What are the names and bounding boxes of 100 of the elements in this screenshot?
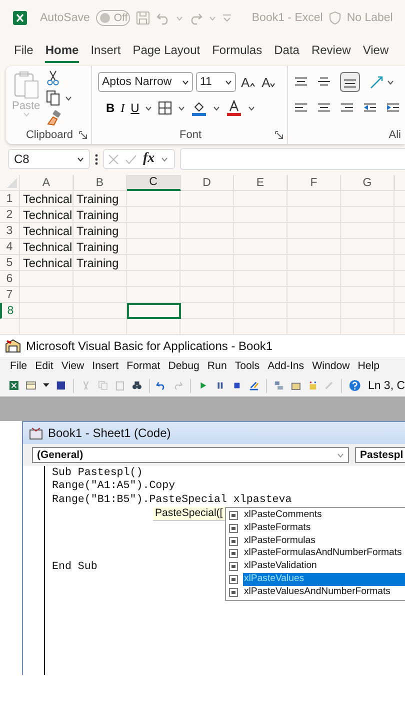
shrink-font-button[interactable]: A — [260, 74, 278, 90]
check-icon[interactable] — [125, 154, 137, 165]
caret-up-icon — [250, 82, 255, 87]
autocomplete-item[interactable]: xlPasteValuesAndNumberFormats — [243, 586, 392, 599]
object-browser-icon[interactable] — [308, 380, 318, 392]
menu-item[interactable]: Format — [126, 360, 160, 372]
more-options-icon[interactable] — [95, 154, 98, 165]
cell-text: Technical — [22, 255, 74, 271]
pause-icon[interactable] — [215, 380, 225, 392]
dialog-launcher-icon[interactable] — [79, 130, 87, 139]
italic-button[interactable]: I — [120, 100, 125, 116]
font-color-icon[interactable] — [226, 100, 242, 116]
name-box[interactable]: C8 — [8, 149, 90, 170]
menu-item[interactable]: Help — [358, 360, 380, 372]
menu-item[interactable]: Window — [312, 360, 350, 372]
caret-icon[interactable] — [248, 106, 256, 111]
caret-icon[interactable] — [65, 96, 72, 101]
cell-text: Training — [76, 239, 120, 255]
find-icon[interactable] — [132, 380, 142, 392]
ribbon-tab[interactable]: Home — [45, 39, 79, 64]
row-header[interactable]: 8 — [0, 303, 20, 319]
dialog-launcher-icon[interactable] — [275, 130, 283, 139]
help-icon[interactable] — [349, 379, 361, 392]
format-painter-icon[interactable] — [46, 110, 62, 126]
row-header[interactable]: 6 — [0, 271, 20, 287]
copy-icon[interactable] — [46, 90, 60, 106]
ribbon-tab[interactable]: Formulas — [212, 39, 262, 64]
cell-text: Training — [76, 207, 120, 223]
caret-icon[interactable] — [145, 106, 152, 111]
code-line: Range("B1:B5").PasteSpecial xlpasteva — [52, 494, 292, 508]
borders-icon[interactable] — [158, 101, 172, 116]
row-header[interactable]: 4 — [0, 239, 20, 255]
column-header[interactable]: A — [20, 175, 74, 191]
menu-item[interactable]: Tools — [234, 360, 260, 372]
code-window-icon — [29, 426, 43, 440]
caret-icon[interactable] — [182, 80, 189, 85]
caret-icon[interactable] — [225, 80, 232, 85]
ribbon-tab[interactable]: Data — [274, 39, 300, 64]
active-cell[interactable] — [127, 303, 180, 319]
caret-icon[interactable] — [42, 383, 50, 388]
menu-item[interactable]: Edit — [35, 360, 54, 372]
autocomplete-item[interactable]: xlPasteFormulas — [243, 534, 316, 548]
properties-icon[interactable] — [290, 380, 301, 392]
caret-icon[interactable] — [387, 80, 394, 85]
undo-icon[interactable] — [156, 380, 166, 392]
cell-text: Training — [76, 255, 120, 271]
group-label: Ali — [388, 128, 401, 141]
cursor-position: Ln 3, C — [368, 380, 405, 392]
column-header[interactable]: C — [127, 175, 180, 191]
autocomplete-item[interactable]: xlPasteFormats — [243, 522, 312, 535]
ribbon-tab[interactable]: Review — [311, 39, 351, 64]
save-icon[interactable] — [56, 380, 66, 392]
excel-view-icon[interactable] — [9, 380, 19, 392]
column-header[interactable]: F — [288, 175, 341, 191]
row-header[interactable]: 2 — [0, 207, 20, 223]
ribbon-tab[interactable]: Insert — [90, 39, 121, 64]
menu-item[interactable]: Insert — [92, 360, 119, 372]
object-dropdown[interactable]: (General) — [32, 447, 349, 464]
insert-function-button[interactable]: fx — [143, 151, 155, 168]
align-bottom-icon[interactable] — [340, 72, 360, 92]
clipboard-icon — [12, 70, 40, 100]
autocomplete-item[interactable]: xlPasteFormulasAndNumberFormats — [243, 547, 403, 560]
design-mode-icon[interactable] — [248, 380, 259, 392]
row-header[interactable]: 7 — [0, 287, 20, 303]
row-header[interactable]: 5 — [0, 255, 20, 271]
project-explorer-icon[interactable] — [274, 380, 284, 392]
ribbon-tab[interactable]: View — [362, 39, 389, 64]
caret-icon[interactable] — [178, 106, 186, 111]
bold-button[interactable]: B — [106, 101, 115, 116]
grow-font-button[interactable]: A — [239, 74, 257, 90]
underline-button[interactable]: U — [130, 101, 140, 116]
menu-item[interactable]: Debug — [168, 360, 200, 372]
cell-text: Training — [76, 191, 120, 207]
column-header[interactable]: E — [234, 175, 288, 191]
code-line: Sub Pastespl() — [52, 467, 143, 480]
column-header[interactable]: D — [180, 175, 234, 191]
autocomplete-item[interactable]: xlPasteValidation — [243, 560, 318, 573]
menu-item[interactable]: Run — [207, 360, 227, 372]
column-header[interactable]: G — [341, 175, 394, 191]
caret-icon[interactable] — [77, 156, 84, 162]
menu-item[interactable]: File — [10, 360, 28, 372]
fill-color-icon[interactable] — [191, 100, 208, 116]
row-header[interactable]: 3 — [0, 223, 20, 239]
cut-icon[interactable] — [46, 70, 60, 86]
caret-icon[interactable] — [213, 106, 220, 111]
autocomplete-item[interactable]: xlPasteComments — [243, 509, 323, 522]
row-header[interactable]: 1 — [0, 191, 20, 207]
procedure-dropdown[interactable]: Pastespl — [355, 447, 405, 464]
menu-item[interactable]: Add-Ins — [268, 360, 304, 372]
ribbon-tab[interactable]: Page Layout — [132, 39, 200, 64]
font-size: 11 — [200, 76, 212, 88]
menu-item[interactable]: View — [61, 360, 84, 372]
cell-text: Technical — [22, 207, 74, 223]
ribbon-tab[interactable]: File — [14, 39, 34, 64]
font-name-dropdown[interactable]: Aptos Narrow — [98, 72, 193, 92]
font-size-dropdown[interactable]: 11 — [196, 72, 236, 92]
formula-input[interactable] — [180, 148, 405, 170]
orientation-icon[interactable] — [369, 75, 385, 90]
run-icon[interactable] — [198, 380, 208, 392]
insert-module-icon[interactable] — [26, 380, 36, 392]
